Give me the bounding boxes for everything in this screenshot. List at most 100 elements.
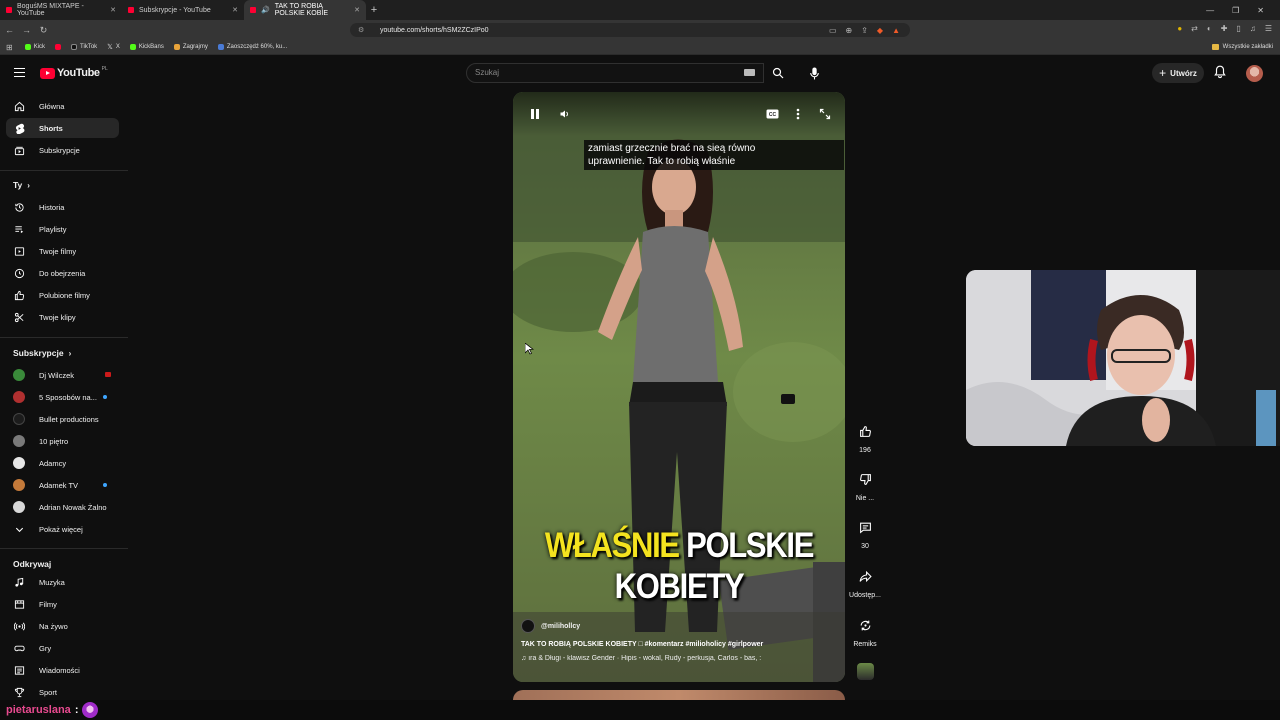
rewards-icon[interactable]: ▲ xyxy=(892,26,900,35)
extension-icon[interactable]: ◐ xyxy=(1207,24,1212,33)
subscription-channel[interactable]: 5 Sposobów na... xyxy=(6,387,119,407)
tiktok-icon xyxy=(71,44,78,50)
share-button[interactable] xyxy=(854,565,876,587)
shorts-icon xyxy=(13,122,25,134)
sidepanel-icon[interactable]: ▯ xyxy=(1236,24,1240,33)
extension-icon[interactable]: ⇄ xyxy=(1191,24,1198,33)
zoom-icon[interactable]: ⊕ xyxy=(846,26,853,35)
search-button[interactable] xyxy=(765,63,791,83)
cast-icon[interactable]: ▭ xyxy=(829,26,837,35)
keyboard-icon[interactable] xyxy=(744,69,755,76)
close-window-icon[interactable]: ✕ xyxy=(1257,6,1264,15)
channel-link[interactable]: @milihollcy xyxy=(521,619,841,633)
extensions-puzzle-icon[interactable]: ✚ xyxy=(1221,24,1228,33)
close-tab-icon[interactable]: ✕ xyxy=(232,6,238,14)
close-tab-icon[interactable]: ✕ xyxy=(110,6,116,14)
like-button[interactable] xyxy=(854,420,876,442)
restore-icon[interactable]: ❐ xyxy=(1232,6,1239,15)
sidebar-item-movies[interactable]: Filmy xyxy=(6,594,119,614)
volume-button[interactable] xyxy=(557,106,573,122)
minimize-icon[interactable]: — xyxy=(1206,6,1214,15)
gaming-icon xyxy=(13,642,25,654)
voice-search-button[interactable] xyxy=(803,62,825,84)
youtube-favicon-icon xyxy=(250,7,256,13)
pause-button[interactable] xyxy=(527,106,543,122)
close-tab-icon[interactable]: ✕ xyxy=(354,6,360,14)
new-tab-button[interactable]: + xyxy=(366,4,382,16)
youtube-header: YouTube PL Szukaj + Utwórz xyxy=(0,56,1280,90)
sidebar-item-your-videos[interactable]: Twoje filmy xyxy=(6,241,119,261)
bookmark-item[interactable]: Zagrajmy xyxy=(173,44,208,50)
channel-name: Adrian Nowak Żalno xyxy=(39,502,107,512)
chat-username: pietaruslana xyxy=(6,704,71,716)
remix-button[interactable] xyxy=(854,614,876,636)
sidebar-item-music[interactable]: Muzyka xyxy=(6,572,119,592)
extension-icon[interactable]: ● xyxy=(1177,24,1182,33)
comments-button[interactable] xyxy=(854,516,876,538)
channel-avatar xyxy=(521,619,535,633)
fullscreen-button[interactable] xyxy=(817,106,833,122)
sidebar-item-home[interactable]: Główna xyxy=(6,96,119,116)
share-icon[interactable]: ⇪ xyxy=(861,26,868,35)
mouse-cursor-icon xyxy=(525,343,534,355)
bookmark-item[interactable]: KickBans xyxy=(129,44,164,50)
brave-shield-icon[interactable]: ◆ xyxy=(877,26,883,35)
back-icon[interactable]: ← xyxy=(2,25,17,35)
show-more-button[interactable]: Pokaż więcej xyxy=(6,519,119,539)
sound-thumbnail xyxy=(856,662,874,680)
subscription-channel[interactable]: Adamcy xyxy=(6,453,119,473)
bookmark-item[interactable]: Kick xyxy=(24,44,45,50)
sidebar-item-history[interactable]: Historia xyxy=(6,197,119,217)
sound-thumbnail-button[interactable] xyxy=(854,660,876,682)
captions-button[interactable]: CC xyxy=(764,106,780,122)
browser-tab[interactable]: BoguśMS MIXTAPE - YouTube ✕ xyxy=(0,0,122,20)
sidebar-item-news[interactable]: Wiadomości xyxy=(6,660,119,680)
reload-icon[interactable]: ↻ xyxy=(36,25,51,36)
chevron-right-icon: › xyxy=(27,180,30,190)
subscription-channel[interactable]: Adrian Nowak Żalno xyxy=(6,497,119,517)
apps-grid-icon[interactable]: ⊞ xyxy=(6,43,13,52)
sidebar-item-live[interactable]: Na żywo xyxy=(6,616,119,636)
music-ticker[interactable]: ♫ ıra & Długi - klawisz Gender · Hipis -… xyxy=(521,655,841,662)
shorts-player[interactable]: CC zamiast grzecznie brać na sieą równo … xyxy=(513,92,845,682)
subscriptions-section-heading[interactable]: Subskrypcje › xyxy=(13,348,71,358)
you-section-heading[interactable]: Ty › xyxy=(13,180,30,190)
address-bar[interactable]: ⚙ youtube.com/shorts/hSM2ZCzIPo0 ▭ ⊕ ⇪ ◆… xyxy=(350,23,910,37)
sidebar-item-sport[interactable]: Sport xyxy=(6,682,119,702)
sound-action xyxy=(845,660,885,682)
bookmark-item[interactable]: 𝕏X xyxy=(107,43,120,51)
browser-tab-active[interactable]: 🔊 TAK TO ROBIĄ POLSKIE KOBIE ✕ xyxy=(244,0,366,20)
youtube-logo[interactable]: YouTube PL xyxy=(40,66,108,79)
subscription-channel[interactable]: Dj Wilczek xyxy=(6,365,119,385)
sidebar-item-label: Gry xyxy=(39,643,52,653)
sidebar-item-liked[interactable]: Polubione filmy xyxy=(6,285,119,305)
forward-icon[interactable]: → xyxy=(19,25,34,35)
sidebar-item-playlists[interactable]: Playlisty xyxy=(6,219,119,239)
sidebar-item-gaming[interactable]: Gry xyxy=(6,638,119,658)
bookmark-item[interactable]: Zaoszczędź 60%, ku... xyxy=(217,44,287,50)
more-options-button[interactable] xyxy=(790,106,806,122)
notifications-button[interactable] xyxy=(1214,65,1226,84)
all-bookmarks[interactable]: Wszystkie zakładki xyxy=(1211,44,1273,50)
sidebar-item-clips[interactable]: Twoje klipy xyxy=(6,307,119,327)
search-input[interactable]: Szukaj xyxy=(466,63,764,83)
sidebar-item-shorts[interactable]: Shorts xyxy=(6,118,119,138)
subscription-channel[interactable]: Adamek TV xyxy=(6,475,119,495)
bookmark-item[interactable]: TikTok xyxy=(71,44,97,50)
url-text: youtube.com/shorts/hSM2ZCzIPo0 xyxy=(380,26,489,34)
subscription-channel[interactable]: 10 piętro xyxy=(6,431,119,451)
sidebar-item-watch-later[interactable]: Do obejrzenia xyxy=(6,263,119,283)
hamburger-menu-icon[interactable] xyxy=(14,68,25,77)
sidebar-item-subscriptions[interactable]: Subskrypcje xyxy=(6,140,119,160)
site-info-icon[interactable]: ⚙ xyxy=(358,26,364,34)
like-count: 196 xyxy=(859,447,871,454)
short-description[interactable]: TAK TO ROBIĄ POLSKIE KOBIETY □ #komentar… xyxy=(521,641,841,648)
menu-icon[interactable]: ☰ xyxy=(1265,24,1272,33)
bookmark-item[interactable] xyxy=(55,44,62,50)
browser-tab[interactable]: Subskrypcje - YouTube ✕ xyxy=(122,0,244,20)
account-avatar[interactable] xyxy=(1246,65,1263,82)
dislike-button[interactable] xyxy=(854,468,876,490)
media-icon[interactable]: ♫ xyxy=(1250,24,1256,33)
create-button[interactable]: + Utwórz xyxy=(1152,63,1204,83)
subscription-channel[interactable]: Bullet productions xyxy=(6,409,119,429)
